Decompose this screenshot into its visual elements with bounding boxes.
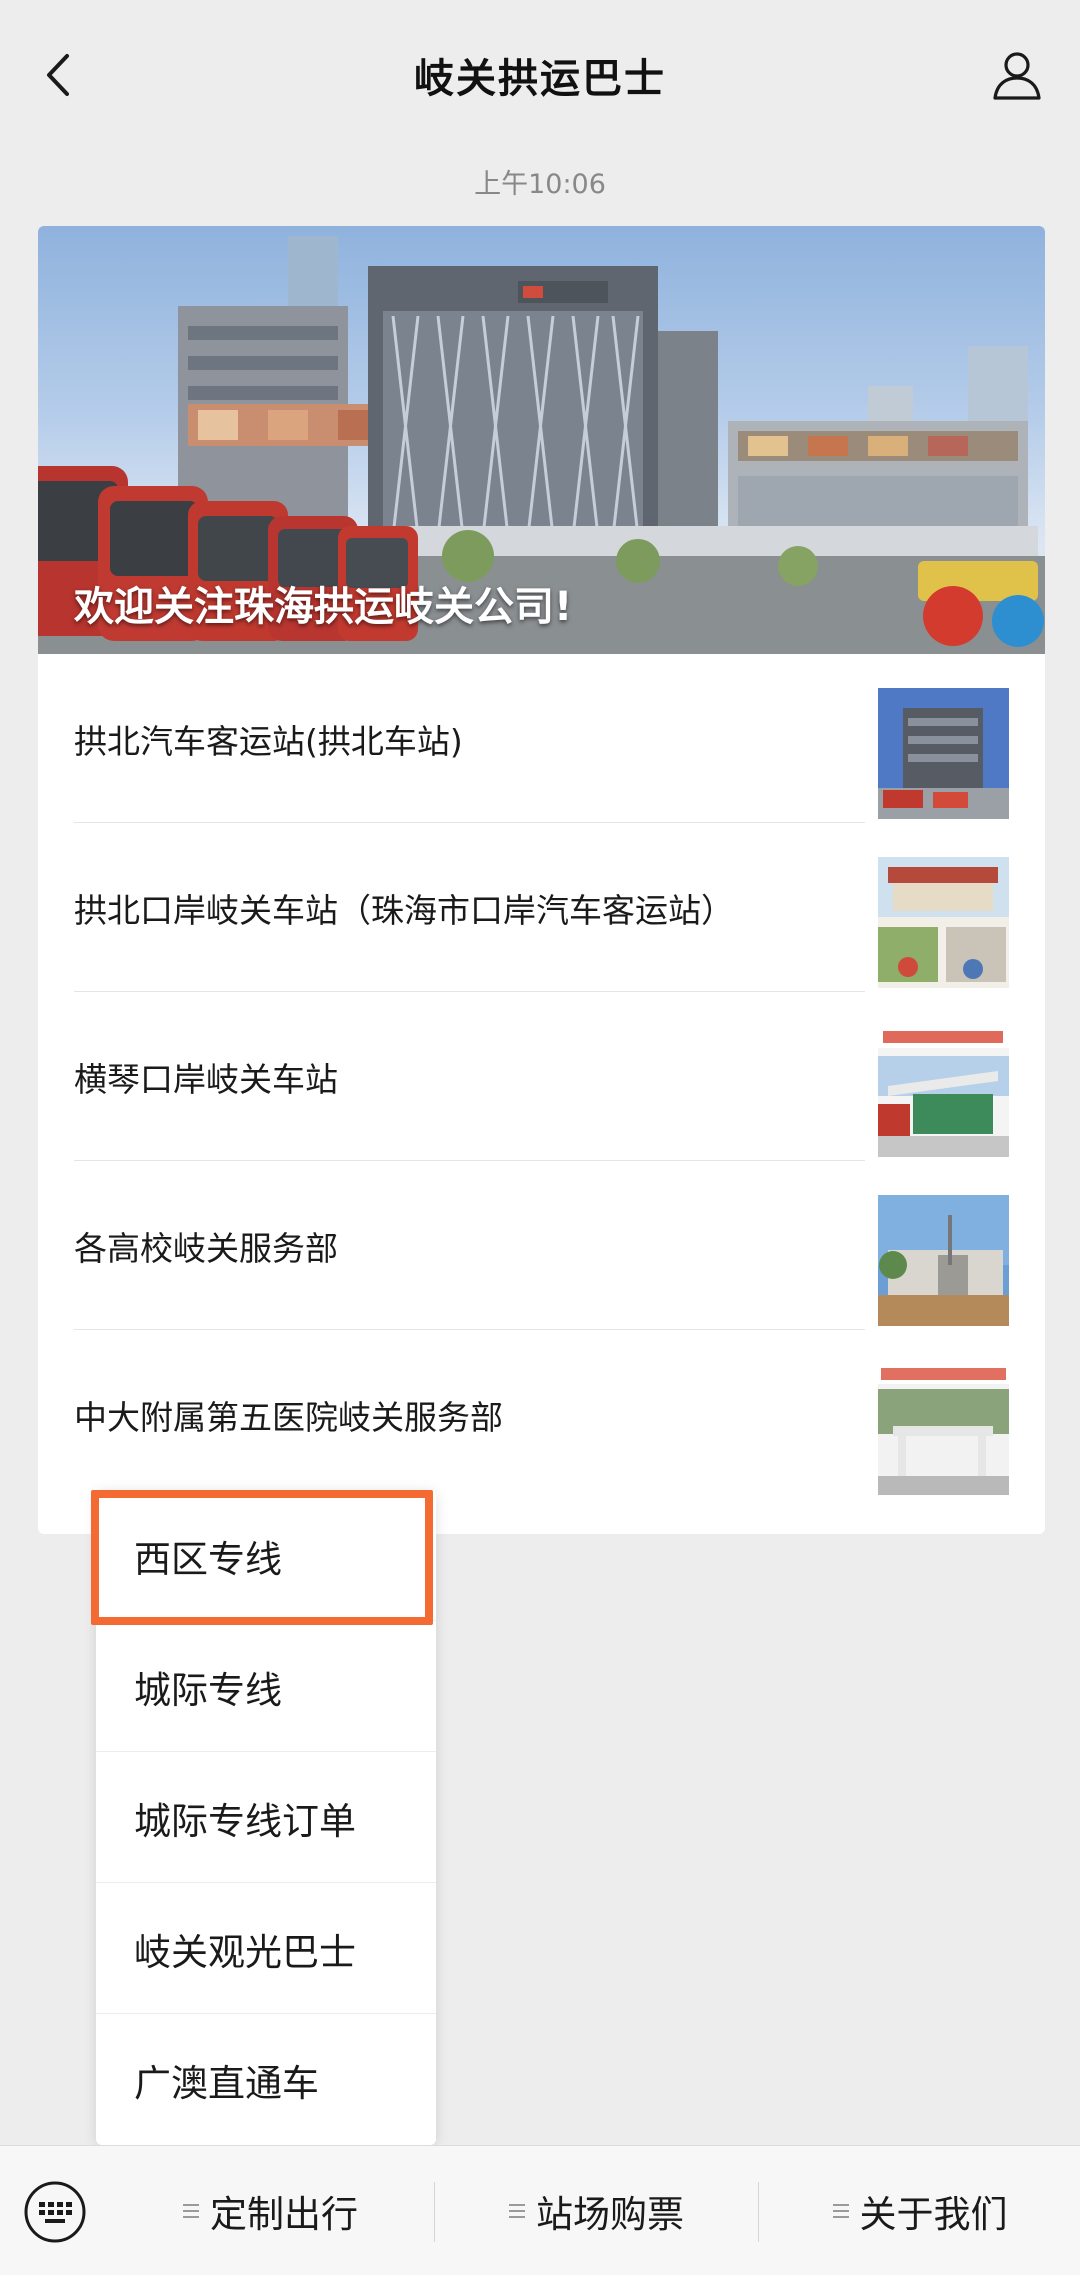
article-item-title: 拱北口岸岐关车站（珠海市口岸汽车客运站）: [74, 890, 734, 930]
submenu-item-label: 城际专线: [134, 1668, 282, 1712]
menu-station-tickets[interactable]: 站场购票: [435, 2146, 757, 2275]
bottom-menu-bar: 定制出行 站场购票 关于我们: [0, 2145, 1080, 2275]
article-banner[interactable]: 欢迎关注珠海拱运岐关公司!: [38, 226, 1045, 654]
menu-about-us[interactable]: 关于我们: [759, 2146, 1080, 2275]
menu-custom-travel[interactable]: 定制出行: [110, 2146, 430, 2275]
article-thumbnail: [878, 1195, 1009, 1326]
banner-caption: 欢迎关注珠海拱运岐关公司!: [74, 584, 573, 630]
keyboard-toggle-button[interactable]: [22, 2179, 88, 2245]
article-item[interactable]: 拱北汽车客运站(拱北车站): [38, 654, 1045, 823]
highlight-box: [91, 1490, 433, 1625]
profile-button[interactable]: [982, 40, 1052, 110]
submenu-item-label: 广澳直通车: [134, 2061, 319, 2105]
article-item[interactable]: 拱北口岸岐关车站（珠海市口岸汽车客运站）: [38, 823, 1045, 992]
back-button[interactable]: [28, 40, 88, 110]
article-item-title: 横琴口岸岐关车站: [74, 1059, 338, 1099]
submenu-item-intercity-line[interactable]: 城际专线: [96, 1621, 436, 1752]
article-item[interactable]: 中大附属第五医院岐关服务部: [38, 1330, 1045, 1499]
message-timestamp: 上午10:06: [474, 169, 606, 200]
submenu-item-guangao-express[interactable]: 广澳直通车: [96, 2014, 436, 2145]
article-thumbnail: [878, 857, 1009, 988]
submenu-item-label: 城际专线订单: [134, 1799, 356, 1843]
article-item-title: 拱北汽车客运站(拱北车站): [74, 721, 463, 761]
article-item-title: 各高校岐关服务部: [74, 1228, 338, 1268]
submenu-item-intercity-orders[interactable]: 城际专线订单: [96, 1752, 436, 1883]
menu-lines-icon: [508, 2201, 526, 2221]
page-title: 岐关拱运巴士: [414, 56, 666, 102]
menu-label: 站场购票: [536, 2193, 684, 2236]
keyboard-icon: [24, 2181, 86, 2243]
article-thumbnail: [878, 1026, 1009, 1157]
menu-label: 关于我们: [859, 2193, 1008, 2236]
chevron-left-icon: [47, 54, 69, 96]
menu-lines-icon: [832, 2201, 850, 2221]
article-item[interactable]: 各高校岐关服务部: [38, 1161, 1045, 1330]
article-thumbnail: [878, 1364, 1009, 1495]
article-thumbnail: [878, 688, 1009, 819]
menu-lines-icon: [182, 2201, 200, 2221]
top-bar: 岐关拱运巴士: [0, 0, 1080, 150]
article-card: 欢迎关注珠海拱运岐关公司! 拱北汽车客运站(拱北车站) 拱北口岸岐关车站（珠海市…: [38, 226, 1045, 1534]
submenu-item-label: 岐关观光巴士: [134, 1930, 356, 1974]
menu-label: 定制出行: [210, 2193, 358, 2236]
article-item[interactable]: 横琴口岸岐关车站: [38, 992, 1045, 1161]
submenu-item-sightseeing-bus[interactable]: 岐关观光巴士: [96, 1883, 436, 2014]
article-item-title: 中大附属第五医院岐关服务部: [74, 1397, 503, 1437]
person-icon: [993, 52, 1041, 100]
